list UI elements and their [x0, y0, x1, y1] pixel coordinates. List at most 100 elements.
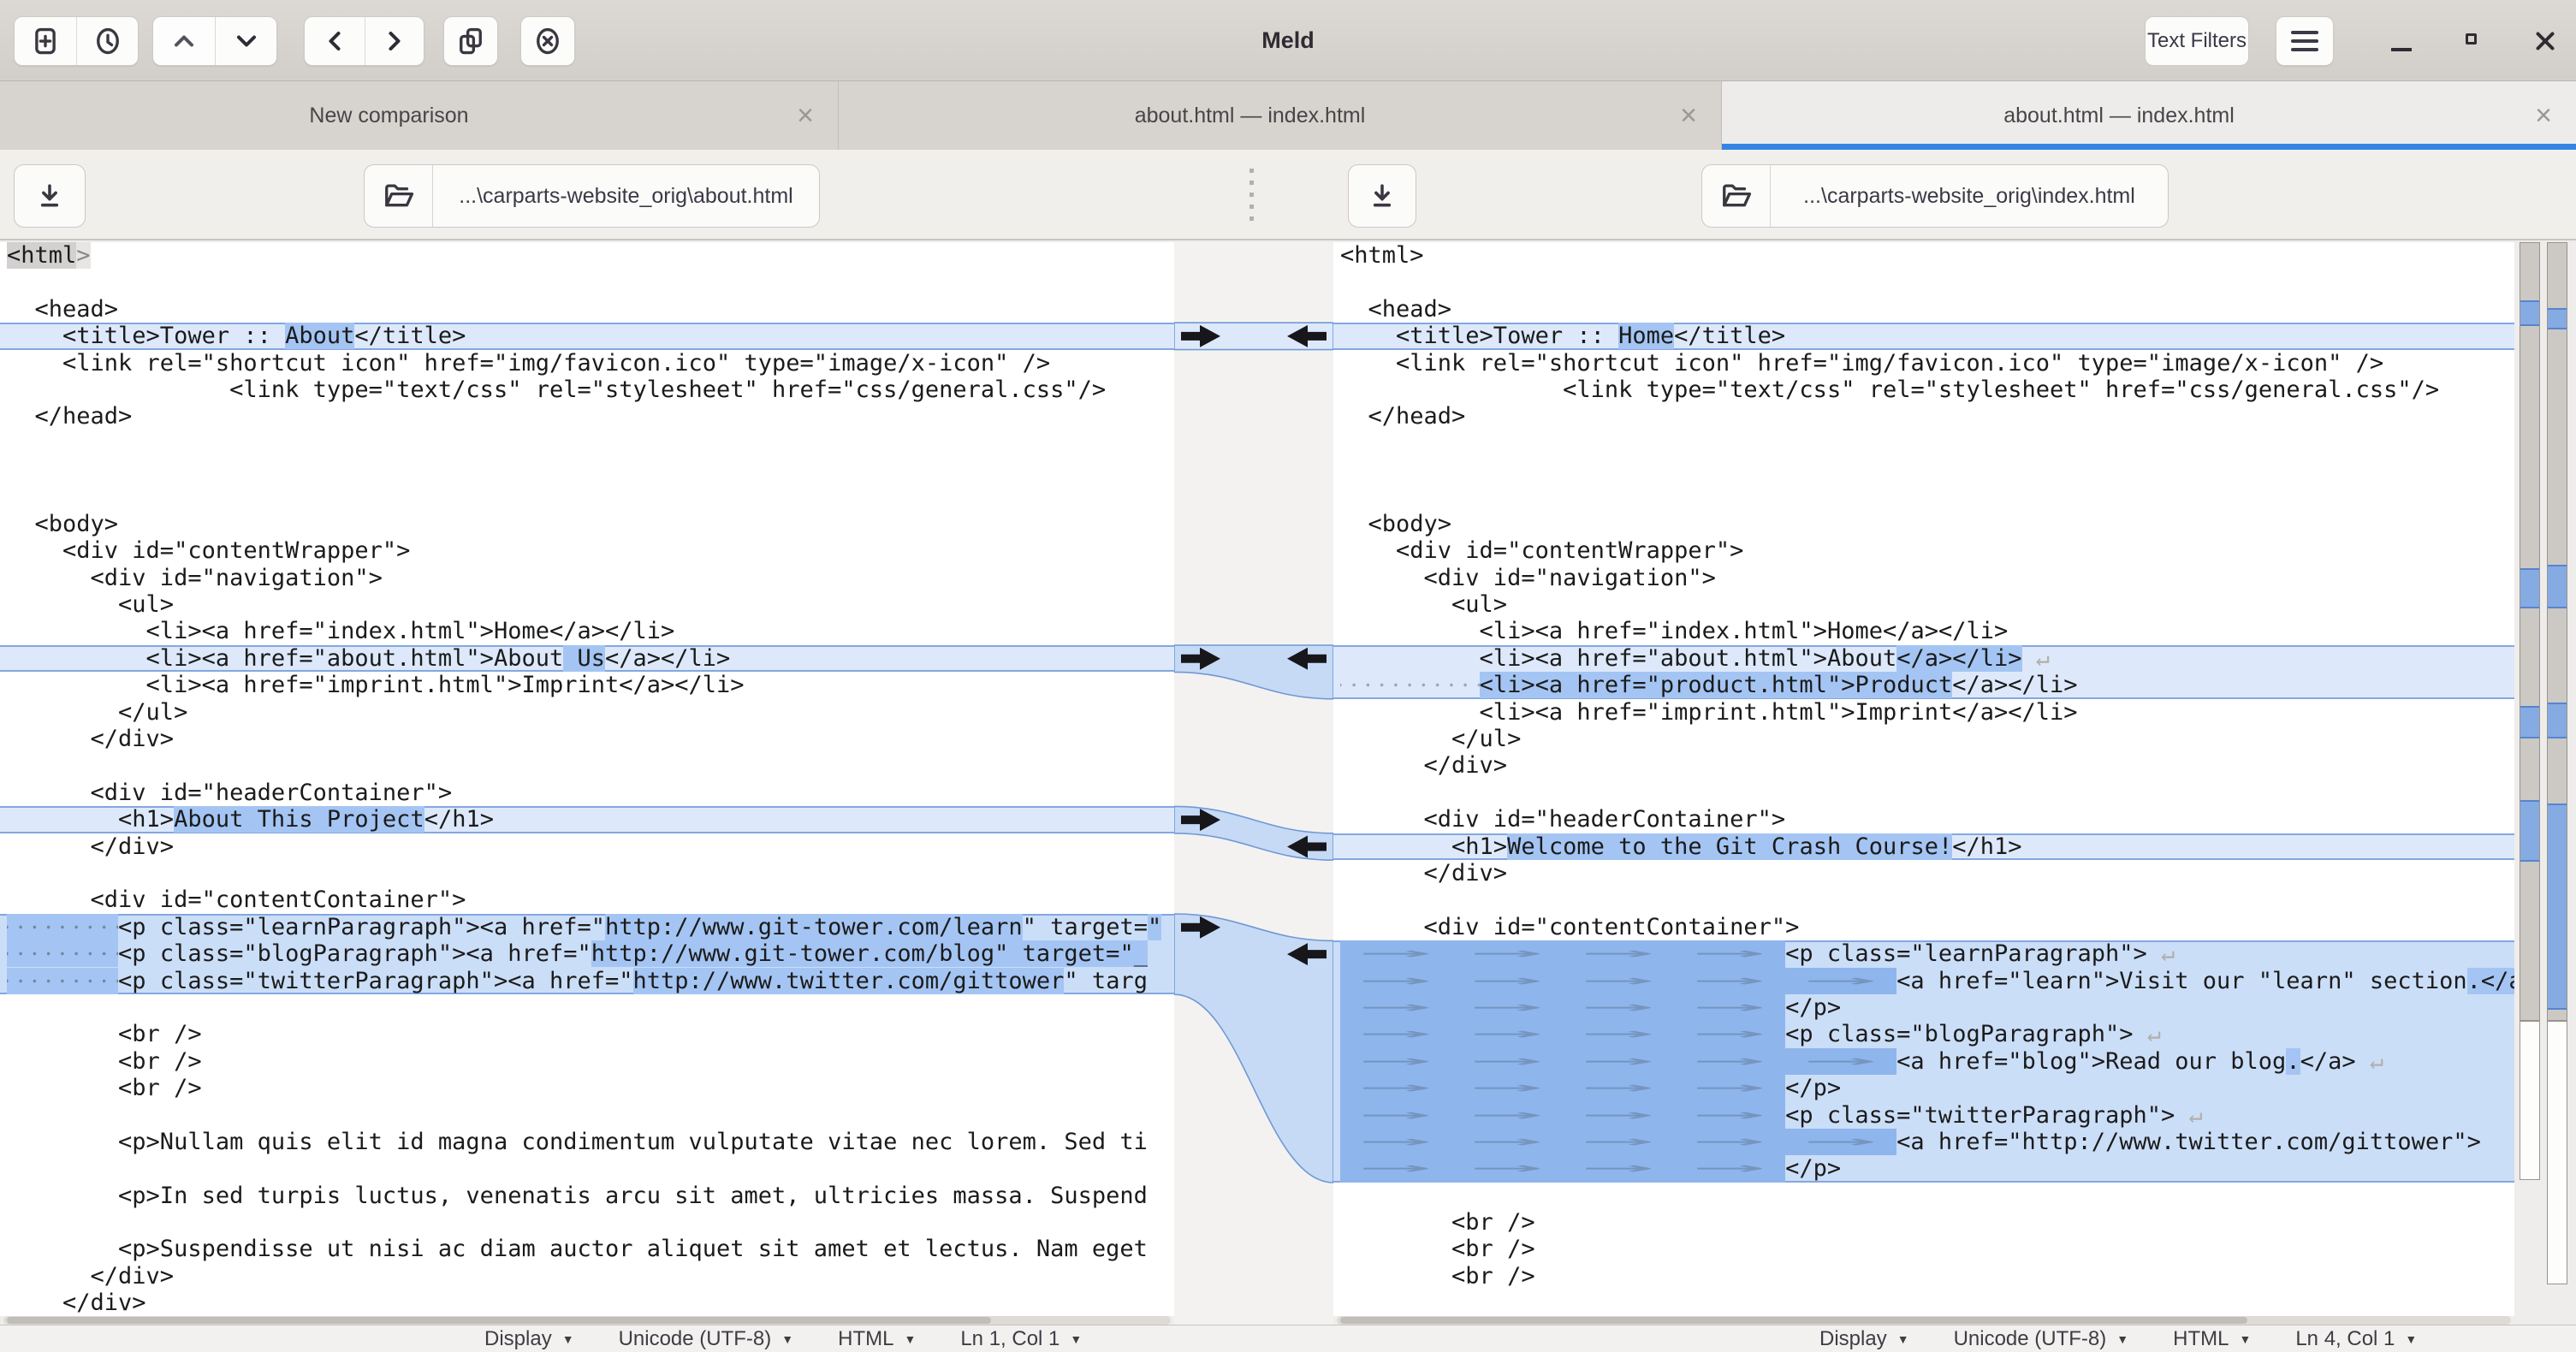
minimize-icon — [2391, 48, 2412, 51]
code-line: <li><a href="imprint.html">Imprint</a></… — [0, 672, 1174, 698]
code-line: →→→→<p class="twitterParagraph"> ↵ — [1333, 1102, 2514, 1129]
chunk-map-segment — [2547, 1021, 2567, 1284]
code-line: <div id="contentContainer"> — [0, 887, 1174, 913]
chunk-map-mark[interactable] — [2520, 800, 2539, 862]
scrollbar-thumb[interactable] — [7, 1317, 991, 1324]
save-icon — [1366, 180, 1398, 212]
tab-close-icon[interactable]: × — [1680, 81, 1697, 150]
save-left-button[interactable] — [14, 164, 86, 228]
copy-button[interactable] — [443, 16, 498, 66]
code-line: <ul> — [0, 591, 1174, 618]
tab-whitespace-icon: → — [1674, 1155, 1785, 1182]
display-menu[interactable]: Display▼ — [1819, 1327, 1909, 1351]
code-line: </div> — [0, 833, 1174, 860]
dropdown-icon: ▼ — [2116, 1332, 2128, 1346]
next-pane-button[interactable] — [365, 17, 424, 65]
new-comparison-button[interactable] — [15, 17, 76, 65]
close-window-button[interactable] — [2526, 0, 2564, 81]
dropdown-icon: ▼ — [1897, 1332, 1909, 1346]
encoding-menu[interactable]: Unicode (UTF-8)▼ — [1954, 1327, 2129, 1351]
tab-whitespace-icon: → — [1785, 1048, 1896, 1075]
code-line: <link type="text/css" rel="stylesheet" h… — [0, 377, 1174, 403]
tab-close-icon[interactable]: × — [2535, 81, 2552, 150]
file-chooser-row: ...\carparts-website_orig\about.html ...… — [0, 150, 2576, 240]
code-line: <h1>About This Project</h1> — [0, 806, 1174, 833]
code-line: <h1>Welcome to the Git Crash Course!</h1… — [1333, 833, 2514, 860]
code-line: <div id="headerContainer"> — [0, 780, 1174, 806]
history-button[interactable] — [76, 17, 138, 65]
cursor-position-menu[interactable]: Ln 1, Col 1▼ — [960, 1327, 1082, 1351]
code-line: <p>In sed turpis luctus, venenatis arcu … — [0, 1183, 1174, 1209]
status-bar: Display▼ Unicode (UTF-8)▼ HTML▼ Ln 1, Co… — [0, 1325, 2576, 1352]
minimize-button[interactable] — [2383, 0, 2420, 81]
tab-comparison-1[interactable]: about.html — index.html × — [839, 81, 1722, 150]
dropdown-icon: ▼ — [562, 1332, 574, 1346]
folder-segment[interactable] — [365, 165, 433, 227]
toolbar-group-changes — [152, 16, 277, 66]
hamburger-icon — [2291, 31, 2318, 51]
code-line: <html> — [1333, 242, 2514, 269]
code-line: <br /> — [0, 1075, 1174, 1101]
diff-link-band — [1174, 806, 1333, 860]
folder-open-icon — [1720, 180, 1753, 212]
code-line: </div> — [0, 726, 1174, 752]
tab-comparison-2-active[interactable]: about.html — index.html × — [1722, 81, 2576, 150]
chunk-map-mark[interactable] — [2548, 308, 2567, 329]
copy-icon — [455, 26, 486, 56]
next-change-button[interactable] — [215, 17, 276, 65]
code-line: <li><a href="product.html">Product</a></… — [1333, 672, 2514, 698]
restore-button[interactable] — [2454, 0, 2492, 81]
encoding-menu[interactable]: Unicode (UTF-8)▼ — [619, 1327, 794, 1351]
code-line — [0, 430, 1174, 457]
previous-pane-button[interactable] — [305, 17, 365, 65]
right-editor-pane[interactable]: <html> <head> <title>Tower :: Home</titl… — [1333, 242, 2514, 1316]
tab-close-icon[interactable]: × — [797, 81, 814, 150]
text-filters-label: Text Filters — [2147, 29, 2247, 53]
left-file-chooser[interactable]: ...\carparts-website_orig\about.html — [364, 164, 820, 228]
status-left: Display▼ Unicode (UTF-8)▼ HTML▼ Ln 1, Co… — [484, 1325, 1082, 1352]
code-line: →→→→</p> — [1333, 994, 2514, 1021]
chunk-map-mark[interactable] — [2548, 565, 2567, 608]
previous-change-button[interactable] — [153, 17, 215, 65]
chevron-up-icon — [169, 26, 199, 56]
code-line: →→→→→<a href="blog">Read our blog.</a> ↵ — [1333, 1048, 2514, 1075]
cursor-position-menu[interactable]: Ln 4, Col 1▼ — [2295, 1327, 2417, 1351]
right-file-chooser[interactable]: ...\carparts-website_orig\index.html — [1701, 164, 2169, 228]
folder-segment[interactable] — [1702, 165, 1771, 227]
code-line: <link rel="shortcut icon" href="img/favi… — [0, 350, 1174, 377]
titlebar: Meld Text Filters — [0, 0, 2576, 81]
left-file-path: ...\carparts-website_orig\about.html — [433, 165, 819, 227]
pane-resize-handle[interactable] — [1249, 169, 1254, 223]
code-line: <div id="contentWrapper"> — [0, 537, 1174, 564]
menu-button[interactable] — [2276, 16, 2334, 66]
dropdown-icon: ▼ — [904, 1332, 916, 1346]
chunk-map-mark[interactable] — [2520, 300, 2539, 326]
left-editor-pane[interactable]: <html> <head> <title>Tower :: About</tit… — [0, 242, 1174, 1316]
chunk-map-mark[interactable] — [2520, 706, 2539, 738]
chunk-map-segment — [2520, 242, 2540, 1021]
save-right-button[interactable] — [1348, 164, 1416, 228]
code-line: <br /> — [1333, 1236, 2514, 1262]
chunk-map-mark[interactable] — [2520, 568, 2539, 608]
chunk-map-segment — [2520, 1021, 2540, 1180]
display-menu[interactable]: Display▼ — [484, 1327, 574, 1351]
restore-icon — [2466, 33, 2477, 44]
syntax-menu[interactable]: HTML▼ — [2173, 1327, 2251, 1351]
tab-new-comparison[interactable]: New comparison × — [0, 81, 839, 150]
tab-label: about.html — index.html — [1722, 81, 2516, 150]
scrollbar-thumb[interactable] — [1340, 1317, 2247, 1324]
code-line — [1333, 780, 2514, 806]
chunk-map-mark[interactable] — [2548, 803, 2567, 1010]
diff-link-bands[interactable] — [1174, 242, 1333, 1319]
left-horizontal-scrollbar[interactable] — [3, 1316, 1171, 1325]
code-line: <div id="contentContainer"> — [1333, 914, 2514, 940]
code-line: </head> — [0, 403, 1174, 430]
right-horizontal-scrollbar[interactable] — [1337, 1316, 2511, 1325]
code-line: <div id="navigation"> — [0, 565, 1174, 591]
code-line: <li><a href="index.html">Home</a></li> — [0, 618, 1174, 644]
close-comparison-button[interactable] — [520, 16, 575, 66]
code-line: </div> — [1333, 860, 2514, 887]
chunk-map-mark[interactable] — [2548, 703, 2567, 738]
syntax-menu[interactable]: HTML▼ — [838, 1327, 916, 1351]
text-filters-button[interactable]: Text Filters — [2145, 16, 2249, 66]
